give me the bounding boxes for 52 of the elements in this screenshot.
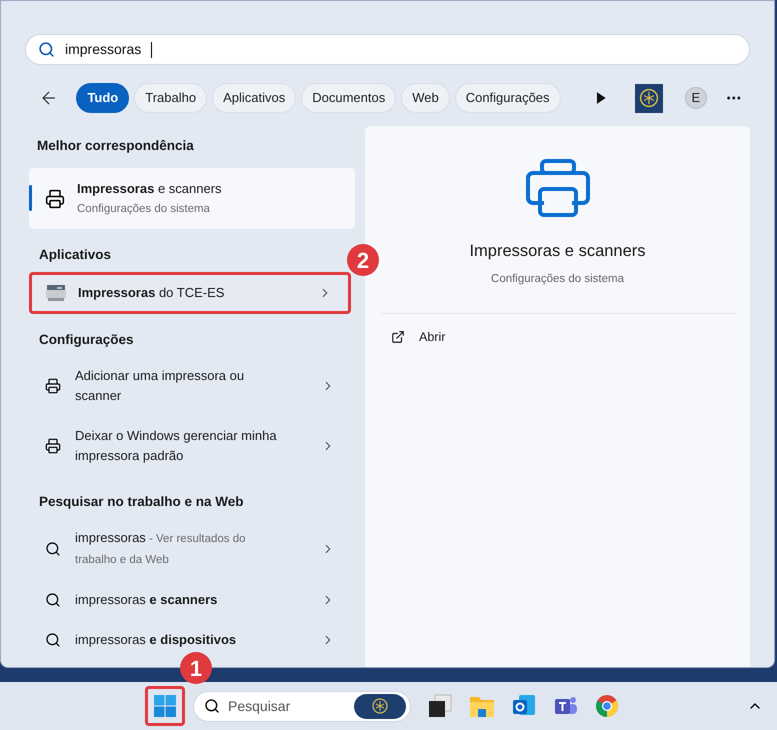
result-item[interactable]: Impressoras do TCE-ES (29, 272, 351, 314)
filter-chip[interactable]: Trabalho (134, 83, 208, 113)
search-field[interactable]: impressoras (25, 34, 750, 65)
external-link-icon (391, 330, 405, 344)
section-heading: Configurações (38, 330, 135, 349)
start-button[interactable] (145, 686, 185, 726)
result-title: Deixar o Windows gerenciar minha impressora padrão (75, 426, 278, 465)
result-title: impressoras - Ver resultados do trabalho e da Web (75, 529, 247, 568)
filter-chip[interactable]: Web (401, 83, 450, 113)
section-heading: Pesquisar no trabalho e na Web (38, 492, 245, 511)
taskbar-search-field[interactable]: Pesquisar (193, 690, 411, 722)
account-avatar[interactable]: E (685, 87, 706, 109)
printer-icon (45, 188, 65, 209)
windows-logo-icon (153, 694, 177, 718)
search-text: impressoras (65, 40, 142, 59)
detail-subtitle: Configurações do sistema (491, 272, 624, 287)
best-match-card[interactable]: Impressoras e scanners Configurações do sistema (29, 168, 355, 230)
open-action[interactable]: Abrir (391, 328, 724, 347)
selection-indicator (29, 185, 32, 212)
result-title: Impressoras e scanners (77, 180, 222, 198)
section-heading: Aplicativos (38, 246, 112, 264)
emblem-icon (370, 696, 390, 716)
filter-chip[interactable]: Documentos (301, 83, 396, 113)
search-placeholder: Pesquisar (228, 696, 292, 716)
result-item[interactable]: impressoras e scanners (29, 580, 351, 620)
result-title: impressoras e dispositivos (75, 631, 238, 649)
result-title: Adicionar uma impressora ou scanner (75, 366, 246, 405)
filter-chip[interactable]: Aplicativos (212, 83, 296, 113)
search-icon (45, 632, 61, 648)
filter-chip[interactable]: Tudo (76, 83, 130, 113)
result-item[interactable]: impressoras - Ver resultados do trabalho e da Web (29, 518, 351, 580)
browser-icon[interactable] (595, 694, 619, 718)
result-item[interactable]: Deixar o Windows gerenciar minha impressora padrão (29, 416, 351, 476)
result-title: impressoras e scanners (75, 591, 218, 609)
search-icon (204, 698, 220, 714)
play-icon[interactable] (595, 91, 607, 105)
detail-title: Impressoras e scanners (469, 241, 646, 262)
task-view-icon[interactable] (427, 693, 453, 719)
printer-icon (45, 438, 61, 454)
result-subtitle: Configurações do sistema (77, 202, 211, 217)
copier-icon (45, 284, 67, 302)
printer-icon (45, 378, 61, 394)
search-icon (45, 541, 61, 557)
search-icon (38, 41, 55, 58)
search-icon (45, 592, 61, 608)
section-heading: Melhor correspondência (36, 137, 195, 155)
result-item[interactable]: Adicionar uma impressora ou scanner (29, 356, 351, 416)
result-title: Impressoras do TCE-ES (78, 284, 226, 302)
printer-icon (524, 159, 590, 217)
organization-logo[interactable] (634, 84, 664, 112)
folder-icon[interactable] (469, 694, 495, 718)
filter-chip[interactable]: Configurações (454, 83, 561, 113)
